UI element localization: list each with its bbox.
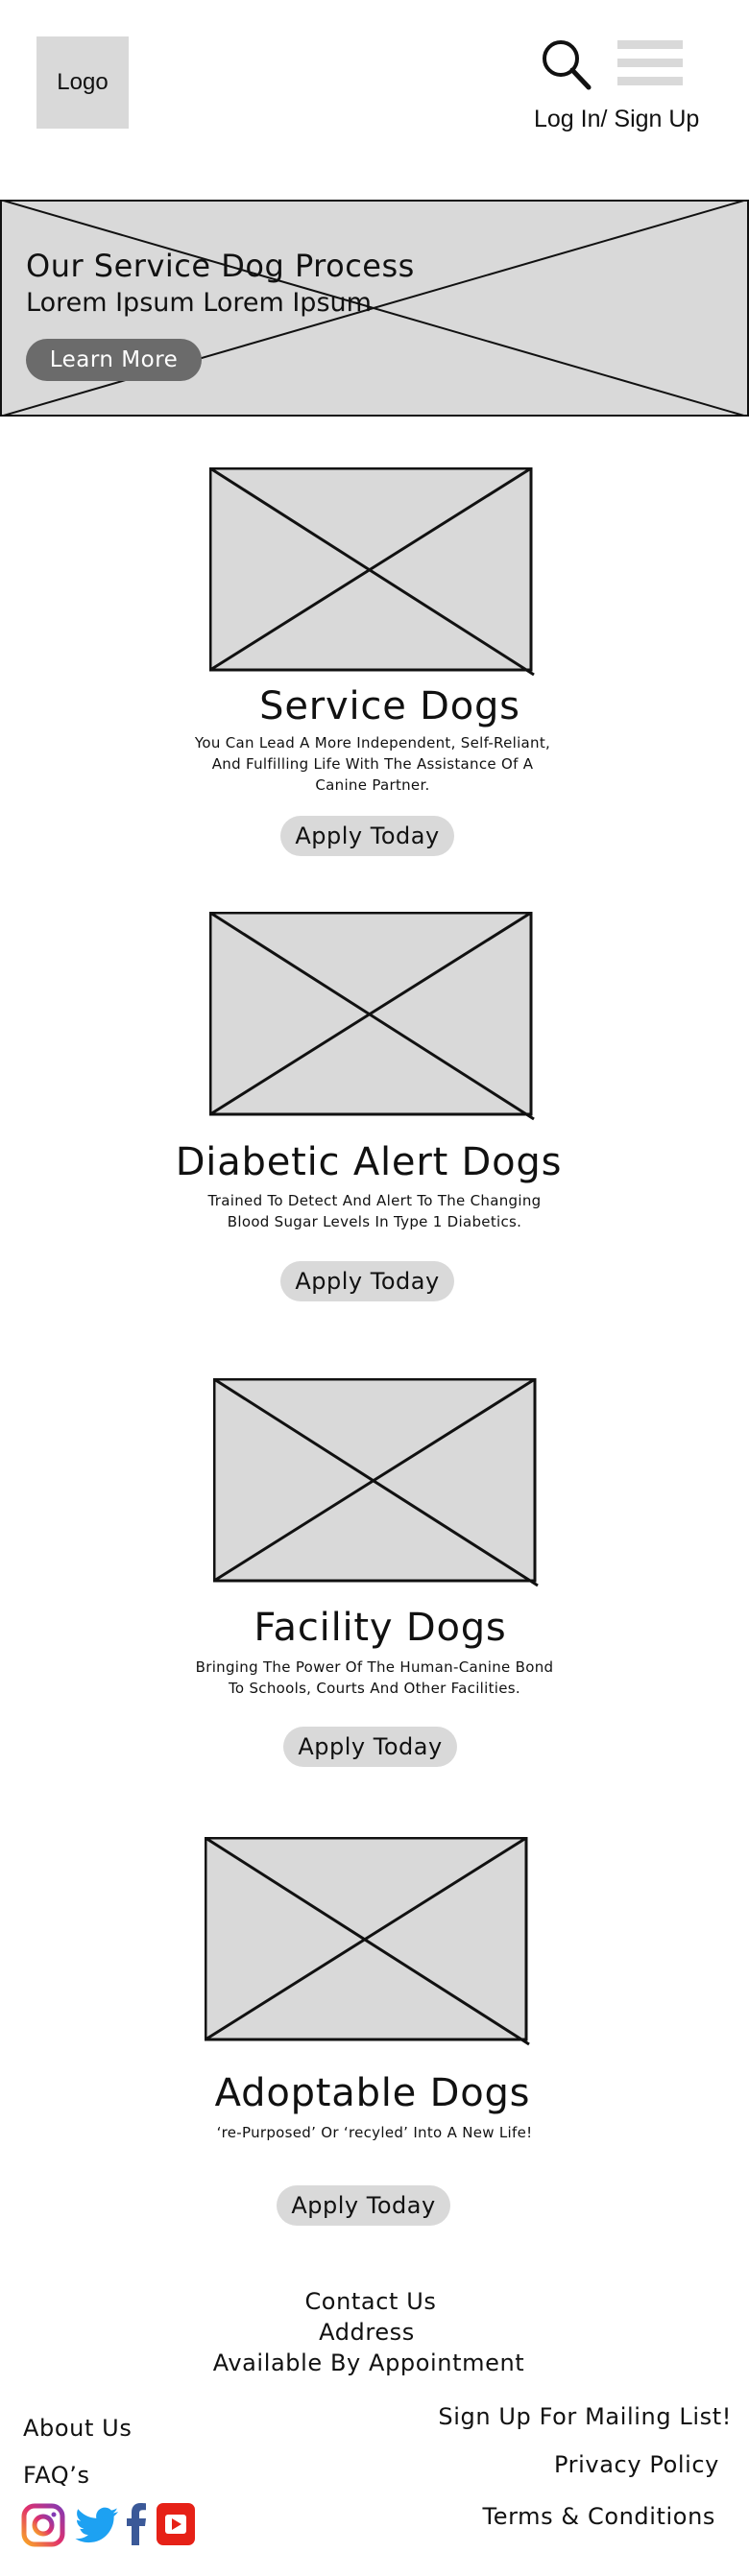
hero-subtitle: Lorem Ipsum Lorem Ipsum — [26, 288, 372, 318]
card-image-placeholder — [209, 912, 536, 1121]
hamburger-menu-icon[interactable] — [617, 40, 683, 86]
card-image-placeholder — [209, 467, 536, 677]
card-title-diabetic-alert-dogs: Diabetic Alert Dogs — [175, 1140, 563, 1184]
card-image-placeholder — [205, 1837, 531, 2046]
learn-more-button[interactable]: Learn More — [26, 339, 202, 381]
facebook-icon[interactable] — [127, 2503, 146, 2545]
logo[interactable]: Logo — [36, 36, 129, 129]
apply-today-button[interactable]: Apply Today — [280, 816, 454, 856]
apply-today-button[interactable]: Apply Today — [283, 1727, 457, 1767]
card-image-placeholder — [213, 1378, 540, 1587]
card-title-facility-dogs: Facility Dogs — [254, 1606, 507, 1650]
apply-today-button[interactable]: Apply Today — [280, 1261, 454, 1301]
login-signup-link[interactable]: Log In/ Sign Up — [534, 106, 699, 133]
mailing-list-signup-link[interactable]: Sign Up For Mailing List! — [384, 2403, 732, 2430]
card-description: ‘re-Purposed’ Or ‘recyled’ Into A New Li… — [216, 2124, 533, 2141]
faqs-link[interactable]: FAQ’s — [23, 2462, 90, 2489]
apply-today-button[interactable]: Apply Today — [277, 2185, 450, 2226]
availability-text: Available By Appointment — [212, 2349, 525, 2376]
hero-title: Our Service Dog Process — [26, 248, 415, 284]
privacy-policy-link[interactable]: Privacy Policy — [384, 2451, 719, 2478]
search-icon[interactable] — [541, 38, 592, 92]
terms-conditions-link[interactable]: Terms & Conditions — [384, 2503, 715, 2530]
twitter-icon[interactable] — [75, 2507, 119, 2545]
contact-us-link[interactable]: Contact Us — [0, 2286, 745, 2317]
address-text: Address — [319, 2319, 415, 2346]
card-title-service-dogs: Service Dogs — [259, 684, 520, 728]
about-us-link[interactable]: About Us — [23, 2415, 132, 2442]
logo-label: Logo — [57, 69, 109, 95]
card-description: You Can Lead A More Independent, Self-Re… — [194, 734, 551, 794]
card-description: Bringing The Power Of The Human-Canine B… — [195, 1658, 554, 1697]
card-description: Trained To Detect And Alert To The Chang… — [207, 1192, 542, 1230]
instagram-icon[interactable] — [21, 2503, 65, 2547]
youtube-icon[interactable] — [157, 2503, 195, 2545]
card-title-adoptable-dogs: Adoptable Dogs — [214, 2071, 531, 2115]
